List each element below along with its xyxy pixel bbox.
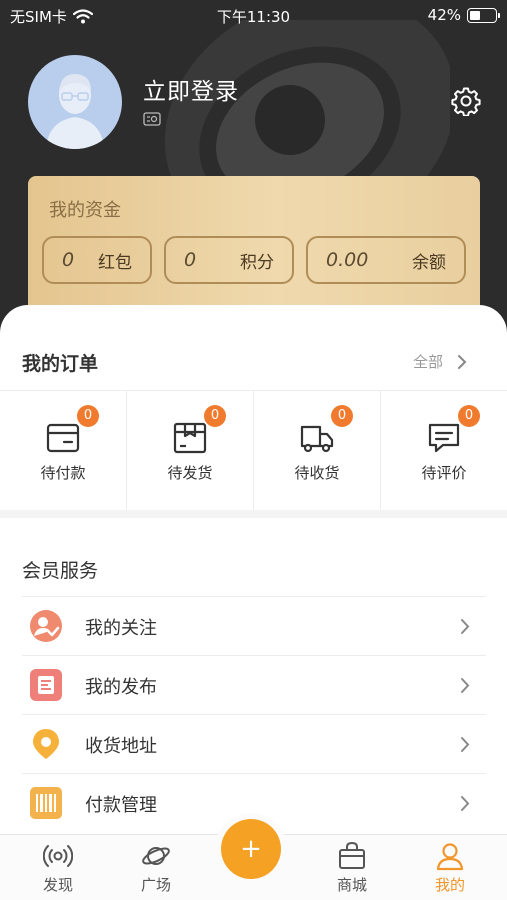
service-label: 我的发布 [85, 677, 157, 698]
balance-label: 余额 [412, 252, 446, 273]
create-post-button[interactable]: + [221, 819, 281, 879]
battery-level [470, 10, 480, 20]
tab-discover[interactable]: 发现 [8, 835, 108, 900]
tab-label: 我的 [434, 876, 465, 894]
tab-label: 发现 [42, 876, 73, 894]
tab-label: 广场 [140, 876, 171, 894]
orders-section: 我的订单 全部 0 待付款 0 待发货 0 待收货 0 待评价 [0, 305, 507, 510]
view-all-orders-link[interactable]: 全部 [413, 351, 467, 372]
order-count-badge: 0 [331, 405, 353, 427]
bag-icon [339, 841, 365, 869]
points-pill[interactable]: 0 积分 [164, 236, 294, 284]
order-count-badge: 0 [77, 405, 99, 427]
follow-icon [30, 610, 62, 642]
login-button[interactable]: 立即登录 [143, 72, 239, 106]
gear-icon[interactable] [451, 86, 481, 116]
view-all-label: 全部 [412, 353, 443, 371]
package-icon [173, 422, 207, 454]
order-count-badge: 0 [204, 405, 226, 427]
chevron-right-icon [458, 354, 467, 369]
planet-icon [142, 847, 170, 865]
comment-icon [428, 423, 460, 453]
red-packet-pill[interactable]: 0 红包 [42, 236, 152, 284]
tab-label: 商城 [336, 876, 367, 894]
barcode-icon [30, 787, 62, 819]
status-bar: 无SIM卡 下午11:30 42% [0, 0, 507, 32]
red-packet-label: 红包 [98, 252, 132, 273]
red-packet-value: 0 [62, 249, 75, 271]
service-label: 收货地址 [85, 736, 157, 757]
order-pending-shipment[interactable]: 0 待发货 [127, 391, 254, 510]
location-icon [33, 729, 59, 759]
balance-value: 0.00 [326, 249, 369, 271]
member-services-section: 会员服务 我的关注 我的发布 收货地址 付款管理 [0, 518, 507, 834]
order-label: 待收货 [294, 464, 340, 482]
order-label: 待评价 [421, 464, 467, 482]
orders-title: 我的订单 [22, 353, 99, 375]
member-services-title: 会员服务 [22, 560, 99, 582]
chevron-right-icon [461, 737, 470, 752]
order-pending-receipt[interactable]: 0 待收货 [254, 391, 381, 510]
battery-icon [467, 7, 500, 23]
chevron-right-icon [461, 678, 470, 693]
funds-card: 我的资金 0 红包 0 积分 0.00 余额 [28, 176, 480, 316]
service-item-my-posts[interactable]: 我的发布 [22, 655, 486, 714]
balance-pill[interactable]: 0.00 余额 [306, 236, 466, 284]
points-label: 积分 [240, 252, 274, 273]
radar-icon [43, 845, 73, 867]
plus-icon: + [240, 834, 262, 864]
truck-icon [300, 425, 334, 453]
order-pending-payment[interactable]: 0 待付款 [0, 391, 127, 510]
order-label: 待发货 [167, 464, 213, 482]
avatar[interactable] [28, 55, 122, 149]
service-item-shipping-address[interactable]: 收货地址 [22, 714, 486, 773]
tab-square[interactable]: 广场 [106, 835, 206, 900]
tab-mall[interactable]: 商城 [302, 835, 402, 900]
id-card-icon [143, 112, 161, 126]
order-label: 待付款 [40, 464, 86, 482]
service-label: 我的关注 [85, 618, 157, 639]
user-icon [436, 843, 464, 871]
service-label: 付款管理 [85, 795, 157, 816]
chevron-right-icon [461, 619, 470, 634]
battery-percent: 42% [427, 6, 461, 24]
chevron-right-icon [461, 796, 470, 811]
publish-icon [30, 669, 62, 701]
points-value: 0 [184, 249, 197, 271]
default-user-icon [46, 73, 104, 149]
funds-title: 我的资金 [49, 200, 121, 221]
order-count-badge: 0 [458, 405, 480, 427]
service-item-my-follows[interactable]: 我的关注 [22, 596, 486, 655]
wallet-icon [46, 423, 80, 453]
order-status-grid: 0 待付款 0 待发货 0 待收货 0 待评价 [0, 390, 507, 510]
order-pending-review[interactable]: 0 待评价 [381, 391, 507, 510]
tab-mine[interactable]: 我的 [400, 835, 500, 900]
